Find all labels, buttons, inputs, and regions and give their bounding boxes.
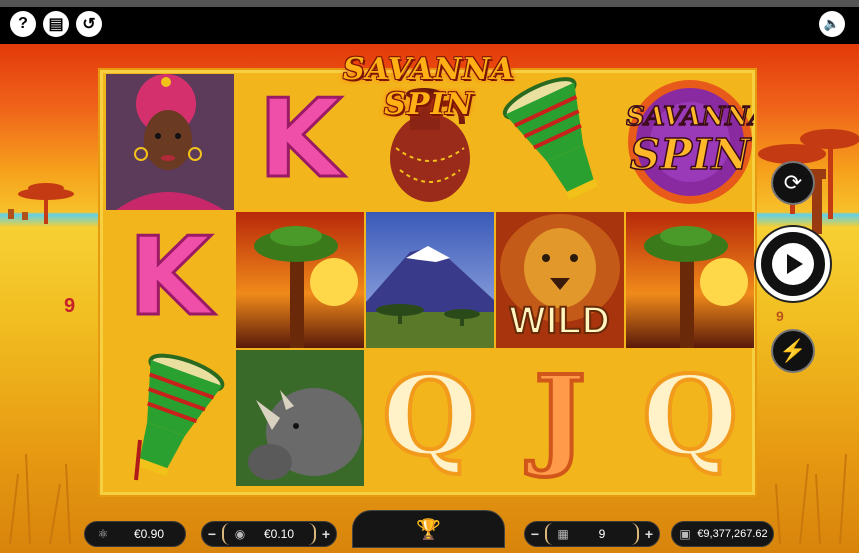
help-button[interactable]: ? bbox=[10, 11, 36, 37]
history-button[interactable]: ↺ bbox=[76, 11, 102, 37]
play-icon bbox=[772, 243, 814, 285]
speaker-icon: 🔈 bbox=[823, 16, 841, 31]
lines-icon: ▦ bbox=[557, 527, 569, 541]
spin-button[interactable] bbox=[756, 227, 830, 301]
win-display: ⚛ €0.90 bbox=[84, 521, 186, 547]
symbol-j: J bbox=[532, 351, 588, 480]
question-icon: ? bbox=[18, 15, 28, 32]
symbol-baobab-sunset bbox=[626, 212, 754, 348]
symbol-woman bbox=[106, 74, 234, 210]
balance-value: €9,377,267.62 bbox=[697, 528, 768, 540]
symbol-baobab-sunset bbox=[236, 212, 364, 348]
symbol-q: Q bbox=[380, 351, 480, 480]
game-title: SAVANNA SPIN bbox=[342, 52, 516, 122]
turbo-button[interactable]: ⚡ bbox=[771, 329, 815, 373]
lines-selector: − ▦ 9 + bbox=[524, 521, 660, 547]
trophy-button[interactable]: 🏆 bbox=[352, 510, 505, 548]
autoplay-button[interactable]: ⟳ bbox=[771, 161, 815, 205]
wallet-icon: ▣ bbox=[679, 527, 691, 541]
wild-label: WILD bbox=[508, 299, 611, 343]
logo-text-savanna: SAVANNA bbox=[626, 101, 754, 133]
bet-selector: − ◉ €0.10 + bbox=[201, 521, 337, 547]
lightning-icon: ⚡ bbox=[779, 338, 807, 363]
symbol-k: K bbox=[127, 215, 214, 340]
top-toolbar: ? ▤ ↺ 🔈 bbox=[0, 0, 859, 44]
win-icon: ⚛ bbox=[97, 527, 109, 541]
trophy-icon: 🏆 bbox=[416, 518, 441, 541]
book-icon: ▤ bbox=[48, 16, 64, 33]
lines-increase-button[interactable]: + bbox=[639, 526, 659, 542]
logo-text-spin: SPIN bbox=[629, 129, 750, 180]
sound-toggle-button[interactable]: 🔈 bbox=[819, 11, 845, 37]
autoplay-icon: ⟳ bbox=[783, 170, 803, 195]
symbol-drum bbox=[106, 350, 234, 486]
reel-grid: K K Q WILD J SAVANN SPIN Q bbox=[100, 70, 755, 495]
coin-icon: ◉ bbox=[234, 527, 246, 541]
bet-increase-button[interactable]: + bbox=[316, 526, 336, 542]
paytable-button[interactable]: ▤ bbox=[43, 11, 69, 37]
game-stage: ? ▤ ↺ 🔈 9 9 K K Q WILD J SAVANN SPIN Q S… bbox=[0, 0, 859, 553]
balance-display: ▣ €9,377,267.62 bbox=[671, 521, 774, 547]
win-value: €0.90 bbox=[133, 527, 165, 541]
bet-value: €0.10 bbox=[263, 527, 295, 541]
bet-decrease-button[interactable]: − bbox=[202, 526, 222, 542]
symbol-logo: SAVANNA SPIN bbox=[626, 74, 754, 210]
payline-number-right: 9 bbox=[776, 308, 784, 324]
payline-number-left: 9 bbox=[64, 295, 76, 317]
clock-history-icon: ↺ bbox=[82, 16, 96, 33]
symbol-q: Q bbox=[640, 351, 740, 480]
symbol-kilimanjaro bbox=[366, 212, 494, 348]
symbol-lion-wild: WILD bbox=[496, 212, 624, 348]
symbol-rhino bbox=[236, 350, 364, 486]
lines-decrease-button[interactable]: − bbox=[525, 526, 545, 542]
lines-value: 9 bbox=[598, 527, 606, 541]
